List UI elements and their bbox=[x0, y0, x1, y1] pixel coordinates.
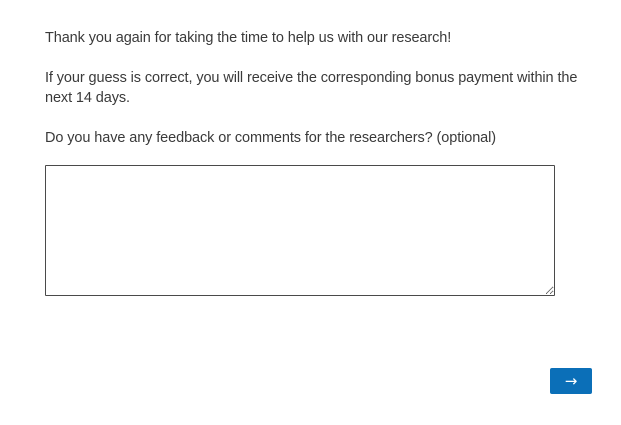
next-button[interactable]: → bbox=[550, 368, 592, 394]
bonus-payment-text: If your guess is correct, you will recei… bbox=[45, 70, 578, 106]
thank-you-text: Thank you again for taking the time to h… bbox=[45, 30, 452, 46]
feedback-question: Do you have any feedback or comments for… bbox=[45, 130, 496, 146]
feedback-textarea[interactable] bbox=[45, 165, 555, 296]
survey-content: Thank you again for taking the time to h… bbox=[45, 28, 595, 296]
